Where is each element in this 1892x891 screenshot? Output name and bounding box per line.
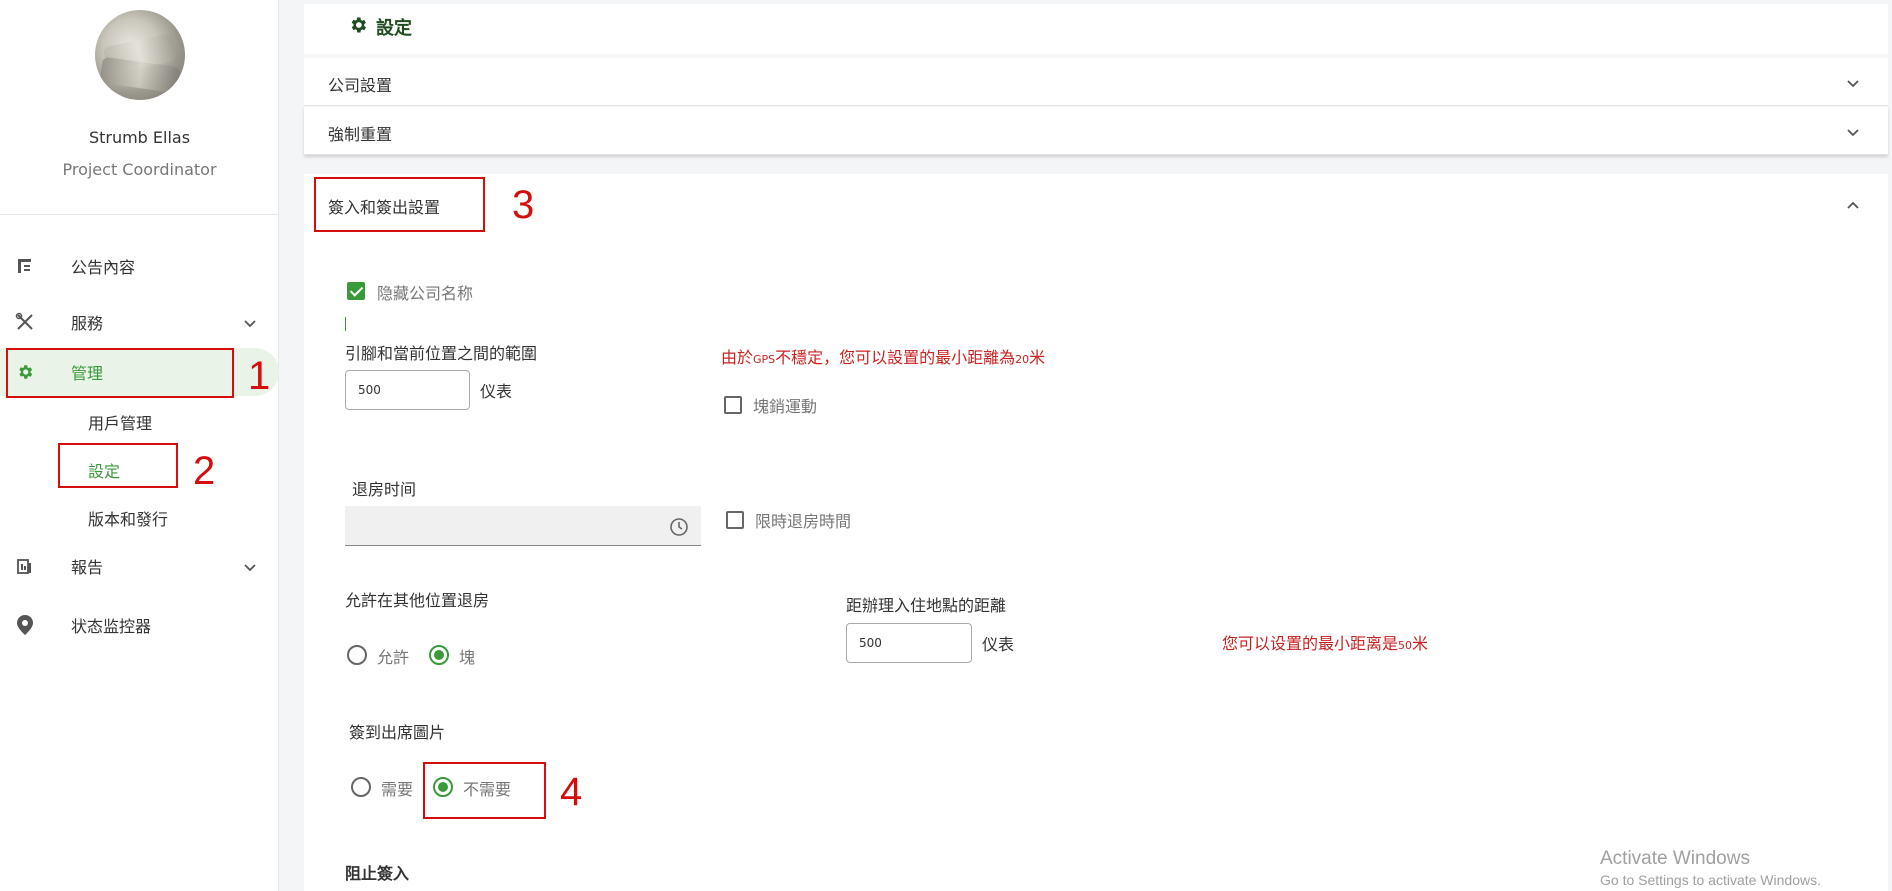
chevron-down-icon (243, 315, 257, 329)
block-radio[interactable] (429, 645, 449, 665)
limit-checkout-label: 限時退房時間 (755, 512, 852, 531)
block-radio-label: 塊 (459, 648, 476, 667)
annotation-number-3: 3 (512, 183, 535, 227)
annotation-box-4 (423, 762, 546, 819)
sidebar-subitem-version[interactable]: 版本和發行 (88, 506, 168, 530)
avatar[interactable] (95, 10, 185, 100)
block-checkin-label: 阻止簽入 (345, 864, 410, 883)
document-icon (14, 255, 36, 277)
sidebar-item-label: 服務 (71, 314, 104, 333)
clock-icon[interactable] (669, 517, 689, 541)
accordion-company-settings[interactable]: 公司設置 (304, 58, 1888, 106)
gps-warning-tail: 米 (1029, 348, 1046, 367)
allow-radio[interactable] (347, 645, 367, 665)
hide-company-name-checkbox[interactable] (347, 282, 365, 300)
sidebar-item-label: 状态监控器 (71, 617, 152, 636)
gear-icon (348, 15, 368, 40)
gps-warning-text: 由於 (721, 348, 754, 367)
annotation-box-2 (58, 443, 178, 488)
accordion-force-reset[interactable]: 強制重置 (304, 107, 1888, 155)
tools-icon (14, 311, 36, 333)
min-distance-num: 50 (1398, 639, 1413, 652)
annotation-box-3 (314, 177, 485, 232)
distance-unit: 仪表 (982, 635, 1015, 654)
gps-warning: 由於GPS不穩定，您可以設置的最小距離為20米 (721, 344, 1045, 368)
sidebar-item-announcements[interactable]: 公告內容 (0, 242, 279, 290)
need-photo-label: 需要 (381, 780, 414, 799)
allow-radio-label: 允許 (377, 648, 410, 667)
checkout-time-input[interactable] (345, 506, 701, 546)
min-distance-tail: 米 (1412, 634, 1429, 653)
sidebar-item-reports[interactable]: 報告 (0, 542, 279, 590)
attendance-photo-label: 簽到出席圖片 (349, 723, 446, 742)
chevron-down-icon (243, 559, 257, 573)
distance-label: 距辦理入住地點的距離 (846, 596, 1007, 615)
sidebar-item-status-monitor[interactable]: 状态监控器 (0, 601, 279, 649)
gps-warning-num: 20 (1015, 353, 1030, 366)
gps-warning-text-rest: 不穩定，您可以設置的最小距離為 (775, 348, 1016, 367)
allow-other-location-label: 允許在其他位置退房 (345, 591, 490, 610)
annotation-number-1: 1 (248, 354, 271, 398)
text-cursor (345, 317, 346, 331)
settings-header-card (304, 4, 1888, 54)
sidebar-subitem-user-management[interactable]: 用戶管理 (88, 410, 152, 434)
annotation-number-4: 4 (560, 770, 583, 814)
location-pin-icon (14, 614, 36, 636)
chevron-down-icon (1846, 75, 1860, 89)
block-sports-checkbox[interactable] (724, 396, 742, 414)
accordion-title: 強制重置 (328, 125, 393, 144)
chevron-up-icon[interactable] (1846, 198, 1860, 217)
sidebar-item-services[interactable]: 服務 (0, 298, 279, 346)
page-title-text: 設定 (376, 18, 412, 39)
sidebar-item-label: 公告內容 (71, 258, 136, 277)
limit-checkout-checkbox[interactable] (726, 511, 744, 529)
annotation-box-1 (6, 348, 234, 398)
user-role: Project Coordinator (62, 160, 217, 179)
windows-watermark-subtitle: Go to Settings to activate Windows. (1600, 872, 1821, 888)
block-sports-label: 塊銷運動 (753, 397, 818, 416)
sidebar: Strumb Ellas Project Coordinator 公告內容 服務… (0, 0, 279, 891)
min-distance-text: 您可以设置的最小距离是 (1222, 634, 1399, 653)
checkout-time-label: 退房时间 (352, 480, 417, 499)
hide-company-name-label: 隐藏公司名称 (377, 284, 474, 303)
sidebar-divider (0, 214, 279, 215)
chevron-down-icon (1846, 124, 1860, 138)
distance-input[interactable]: 500 (846, 623, 972, 663)
gps-warning-gps: GPS (753, 353, 776, 366)
range-input[interactable]: 500 (345, 370, 470, 410)
range-unit: 仪表 (480, 382, 513, 401)
page-title: 設定 (348, 14, 412, 40)
windows-watermark-title: Activate Windows (1600, 848, 1750, 869)
accordion-title: 公司設置 (328, 76, 393, 95)
annotation-number-2: 2 (193, 449, 216, 493)
need-photo-radio[interactable] (351, 777, 371, 797)
report-icon (14, 555, 36, 577)
user-name: Strumb Ellas (88, 128, 191, 147)
range-label: 引腳和當前位置之間的範圍 (345, 344, 538, 363)
min-distance-warning: 您可以设置的最小距离是50米 (1222, 630, 1428, 654)
sidebar-item-label: 報告 (71, 558, 104, 577)
